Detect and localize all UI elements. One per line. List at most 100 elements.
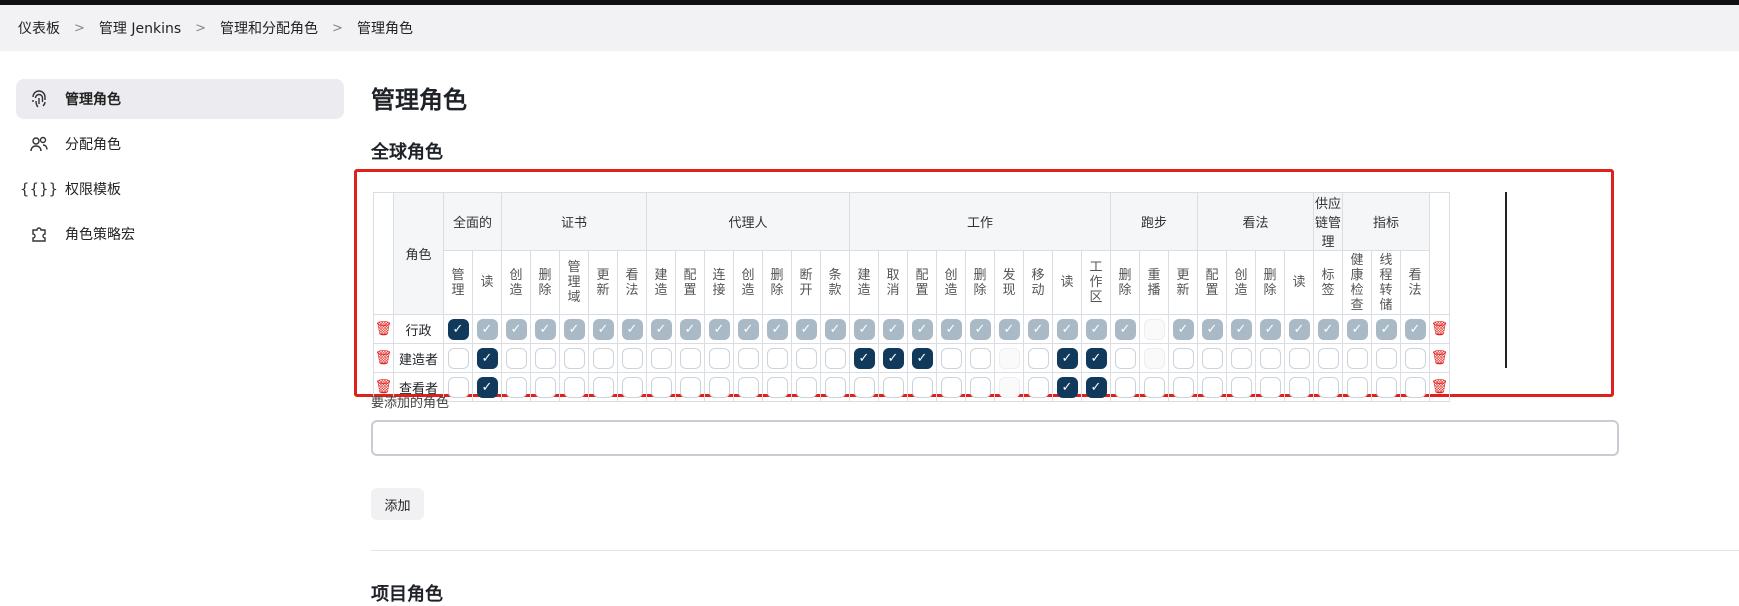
permission-checkbox[interactable] — [1114, 347, 1136, 369]
permission-checkbox[interactable]: ✓ — [1375, 318, 1397, 340]
permission-checkbox[interactable] — [1259, 347, 1281, 369]
permission-checkbox[interactable] — [882, 376, 904, 398]
permission-checkbox[interactable] — [1404, 347, 1426, 369]
permission-checkbox[interactable] — [1027, 347, 1049, 369]
permission-checkbox[interactable]: ✓ — [476, 318, 498, 340]
sidebar-item-manage-roles[interactable]: 管理角色 — [16, 79, 344, 119]
permission-checkbox[interactable]: ✓ — [1288, 318, 1310, 340]
permission-checkbox[interactable] — [1259, 376, 1281, 398]
permission-checkbox[interactable]: ✓ — [795, 318, 817, 340]
permission-checkbox[interactable] — [1143, 376, 1165, 398]
permission-checkbox[interactable]: ✓ — [1201, 318, 1223, 340]
permission-checkbox[interactable] — [969, 376, 991, 398]
permission-checkbox[interactable]: ✓ — [505, 318, 527, 340]
permission-checkbox[interactable] — [708, 376, 730, 398]
permission-checkbox[interactable]: ✓ — [853, 347, 875, 369]
permission-checkbox[interactable] — [563, 376, 585, 398]
permission-checkbox[interactable]: ✓ — [1056, 347, 1078, 369]
permission-checkbox[interactable] — [795, 376, 817, 398]
permission-checkbox[interactable] — [534, 347, 556, 369]
permission-checkbox[interactable]: ✓ — [1404, 318, 1426, 340]
permission-checkbox[interactable] — [737, 376, 759, 398]
permission-checkbox[interactable] — [1172, 347, 1194, 369]
permission-checkbox[interactable] — [824, 376, 846, 398]
permission-checkbox[interactable] — [447, 347, 469, 369]
permission-checkbox[interactable] — [969, 347, 991, 369]
permission-checkbox[interactable]: ✓ — [940, 318, 962, 340]
permission-checkbox[interactable]: ✓ — [563, 318, 585, 340]
permission-checkbox[interactable] — [650, 347, 672, 369]
permission-checkbox[interactable]: ✓ — [1230, 318, 1252, 340]
permission-checkbox[interactable]: ✓ — [737, 318, 759, 340]
permission-checkbox[interactable]: ✓ — [1085, 376, 1107, 398]
permission-checkbox[interactable]: ✓ — [1056, 318, 1078, 340]
permission-checkbox[interactable]: ✓ — [824, 318, 846, 340]
permission-checkbox[interactable] — [1230, 376, 1252, 398]
permission-checkbox[interactable]: ✓ — [592, 318, 614, 340]
permission-checkbox[interactable] — [824, 347, 846, 369]
trash-icon[interactable]: 🗑 — [375, 321, 393, 337]
permission-checkbox[interactable]: ✓ — [447, 318, 469, 340]
permission-checkbox[interactable] — [1346, 376, 1368, 398]
permission-checkbox[interactable]: ✓ — [1114, 318, 1136, 340]
permission-checkbox[interactable]: ✓ — [534, 318, 556, 340]
permission-checkbox[interactable]: ✓ — [476, 376, 498, 398]
trash-icon[interactable]: 🗑 — [375, 350, 393, 366]
permission-checkbox[interactable]: ✓ — [1085, 347, 1107, 369]
permission-checkbox[interactable]: ✓ — [679, 318, 701, 340]
sidebar-item-role-strategy-macros[interactable]: 角色策略宏 — [16, 214, 344, 254]
permission-checkbox[interactable] — [621, 376, 643, 398]
permission-checkbox[interactable] — [1317, 347, 1339, 369]
permission-checkbox[interactable]: ✓ — [621, 318, 643, 340]
breadcrumb-dashboard[interactable]: 仪表板 — [18, 18, 60, 38]
permission-checkbox[interactable]: ✓ — [998, 318, 1020, 340]
permission-checkbox[interactable] — [737, 347, 759, 369]
permission-checkbox[interactable] — [911, 376, 933, 398]
permission-checkbox[interactable]: ✓ — [969, 318, 991, 340]
permission-checkbox[interactable] — [1288, 347, 1310, 369]
permission-checkbox[interactable] — [1346, 347, 1368, 369]
permission-checkbox[interactable] — [1172, 376, 1194, 398]
permission-checkbox[interactable] — [795, 347, 817, 369]
add-button[interactable]: 添加 — [371, 488, 424, 520]
permission-checkbox[interactable] — [534, 376, 556, 398]
permission-checkbox[interactable]: ✓ — [1346, 318, 1368, 340]
permission-checkbox[interactable]: ✓ — [853, 318, 875, 340]
permission-checkbox[interactable]: ✓ — [911, 318, 933, 340]
permission-checkbox[interactable] — [766, 376, 788, 398]
permission-checkbox[interactable] — [1317, 376, 1339, 398]
permission-checkbox[interactable] — [1230, 347, 1252, 369]
permission-checkbox[interactable] — [1114, 376, 1136, 398]
permission-checkbox[interactable]: ✓ — [650, 318, 672, 340]
breadcrumb-manage-jenkins[interactable]: 管理 Jenkins — [99, 18, 181, 38]
permission-checkbox[interactable] — [650, 376, 672, 398]
permission-checkbox[interactable]: ✓ — [1317, 318, 1339, 340]
breadcrumb-manage-roles[interactable]: 管理角色 — [357, 18, 413, 38]
permission-checkbox[interactable] — [1201, 376, 1223, 398]
permission-checkbox[interactable]: ✓ — [1085, 318, 1107, 340]
permission-checkbox[interactable] — [505, 376, 527, 398]
trash-icon[interactable]: 🗑 — [1431, 321, 1449, 337]
permission-checkbox[interactable]: ✓ — [766, 318, 788, 340]
permission-checkbox[interactable]: ✓ — [1056, 376, 1078, 398]
permission-checkbox[interactable] — [679, 376, 701, 398]
permission-checkbox[interactable] — [766, 347, 788, 369]
permission-checkbox[interactable] — [1375, 376, 1397, 398]
permission-checkbox[interactable] — [1404, 376, 1426, 398]
permission-checkbox[interactable]: ✓ — [1259, 318, 1281, 340]
permission-checkbox[interactable] — [1027, 376, 1049, 398]
permission-checkbox[interactable]: ✓ — [882, 318, 904, 340]
permission-checkbox[interactable] — [853, 376, 875, 398]
permission-checkbox[interactable]: ✓ — [1027, 318, 1049, 340]
permission-checkbox[interactable] — [592, 347, 614, 369]
sidebar-item-assign-roles[interactable]: 分配角色 — [16, 124, 344, 164]
permission-checkbox[interactable]: ✓ — [1172, 318, 1194, 340]
permission-checkbox[interactable] — [505, 347, 527, 369]
permission-checkbox[interactable] — [447, 376, 469, 398]
permission-checkbox[interactable]: ✓ — [911, 347, 933, 369]
trash-icon[interactable]: 🗑 — [1431, 350, 1449, 366]
permission-checkbox[interactable] — [708, 347, 730, 369]
permission-checkbox[interactable] — [1288, 376, 1310, 398]
permission-checkbox[interactable]: ✓ — [476, 347, 498, 369]
sidebar-item-permission-templates[interactable]: {{}} 权限模板 — [16, 169, 344, 209]
